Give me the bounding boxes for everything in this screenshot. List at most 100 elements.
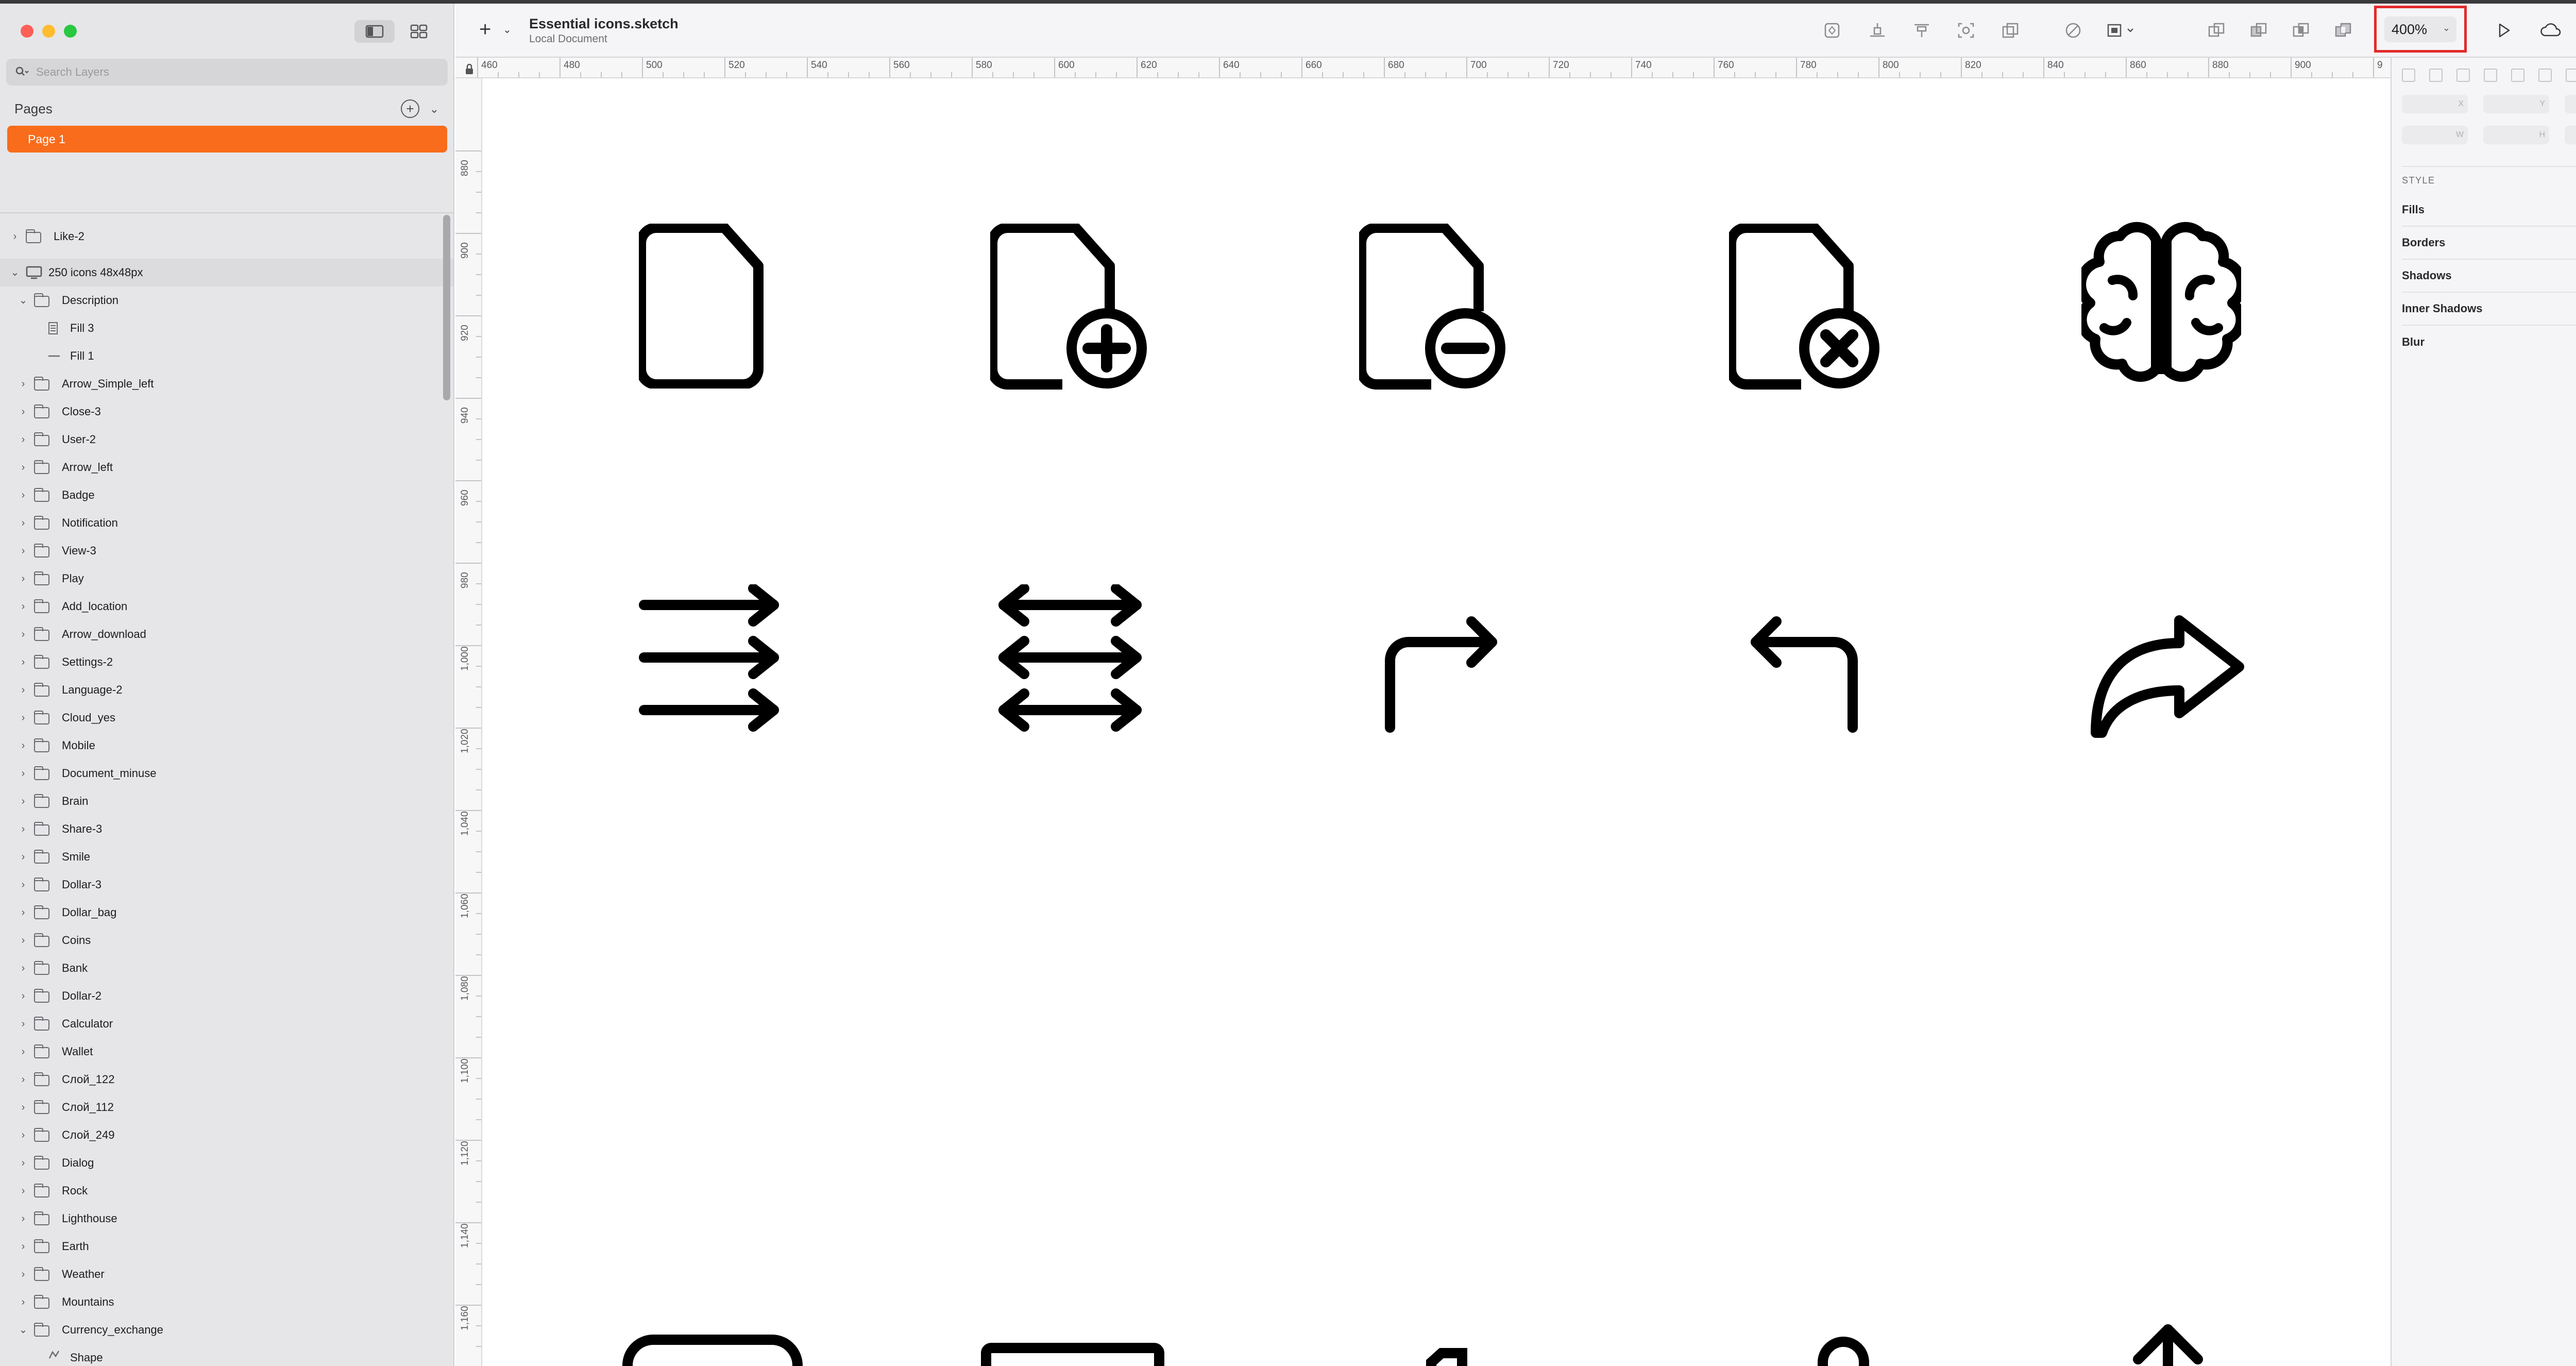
y-field[interactable]: Y [2483,95,2549,113]
layer-row[interactable]: › Like-2 [0,223,453,250]
distribute-vertical-icon[interactable] [2429,69,2443,82]
chevron-right-icon[interactable]: › [18,935,29,946]
chevron-right-icon[interactable]: › [18,378,29,390]
share-arrow-icon[interactable] [2087,600,2251,744]
chevron-down-icon[interactable]: ⌄ [9,267,21,278]
design-canvas[interactable] [483,79,2391,1366]
arrow-turn-right-icon[interactable] [1379,609,1513,743]
inner-shadows-section[interactable]: Inner Shadows+ [2402,293,2576,326]
difference-icon[interactable] [2332,19,2354,42]
shadows-section[interactable]: Shadows+ [2402,260,2576,293]
insert-menu-chevron-icon[interactable]: ⌄ [503,23,512,36]
document-add-icon[interactable] [990,224,1155,399]
layer-row[interactable]: Shape [0,1344,453,1366]
tidy-icon[interactable] [2456,69,2470,82]
layer-row[interactable]: ⌄ 250 icons 48x48px [0,259,453,286]
search-layers-input[interactable] [36,65,428,79]
layer-list-view-button[interactable] [354,20,395,43]
document-minus-icon[interactable] [1359,224,1524,399]
location-pin-icon[interactable] [1812,1337,1874,1366]
distribute-horizontal-icon[interactable] [2402,69,2415,82]
layer-row[interactable]: › Dollar-2 [0,982,453,1010]
chevron-right-icon[interactable]: › [18,629,29,640]
align-top-icon[interactable] [2566,69,2576,82]
chevron-right-icon[interactable]: › [18,1102,29,1113]
layer-row[interactable]: › Arrow_left [0,453,453,481]
borders-section[interactable]: Borders+ [2402,227,2576,260]
close-window-button[interactable] [21,25,33,38]
chevron-right-icon[interactable]: › [18,712,29,723]
style-section-header[interactable]: STYLE ⌄ [2402,166,2576,194]
arrows-left-right-icon[interactable] [996,584,1151,749]
maximize-window-button[interactable] [64,25,77,38]
layer-row[interactable]: › Add_location [0,593,453,620]
layer-row[interactable]: › Arrow_Simple_left [0,370,453,398]
arrows-right-icon[interactable] [639,584,793,749]
pages-collapse-icon[interactable]: ⌄ [430,103,439,116]
vertical-ruler[interactable]: 880 900 920 940 960 980 1,000 1,020 1,040 1,060 1,… [455,78,482,1366]
brain-icon[interactable] [2081,220,2241,390]
layer-row[interactable]: › Bank [0,954,453,982]
layer-row[interactable]: › Smile [0,843,453,871]
chevron-right-icon[interactable]: › [18,963,29,974]
chevron-right-icon[interactable]: › [18,656,29,668]
intersect-icon[interactable] [2290,19,2312,42]
width-field[interactable]: W [2402,126,2468,144]
chevron-right-icon[interactable]: › [18,1269,29,1280]
chevron-right-icon[interactable]: › [18,1185,29,1196]
chevron-right-icon[interactable]: › [18,462,29,473]
zoom-level-dropdown[interactable]: 400% ⌄ [2384,16,2456,42]
layer-row[interactable]: › Calculator [0,1010,453,1038]
layer-row[interactable]: › Document_minuse [0,760,453,787]
play-icon[interactable] [2493,19,2515,42]
layer-row[interactable]: › Слой_112 [0,1093,453,1121]
height-field[interactable]: H [2483,126,2549,144]
transform-icon[interactable] [2104,19,2141,42]
chevron-right-icon[interactable]: › [18,406,29,417]
chevron-right-icon[interactable]: › [18,1213,29,1224]
mask-icon[interactable] [1955,19,1977,42]
layer-row[interactable]: › Play [0,565,453,593]
x-field[interactable]: X [2402,95,2468,113]
chevron-right-icon[interactable]: › [18,768,29,779]
text-style-icon[interactable] [1910,19,1933,42]
chevron-right-icon[interactable]: › [18,796,29,807]
add-page-button[interactable]: + [401,99,419,118]
rotation-field[interactable] [2565,95,2576,113]
layer-row[interactable]: ⌄ Description [0,286,453,314]
layer-row[interactable]: › Coins [0,926,453,954]
layer-row[interactable]: › Settings-2 [0,648,453,676]
layer-row[interactable]: › User-2 [0,426,453,453]
layer-row[interactable]: › Share-3 [0,815,453,843]
lock-guides-icon[interactable] [462,62,477,76]
layer-row[interactable]: › Mobile [0,732,453,760]
chevron-right-icon[interactable]: › [18,851,29,863]
layer-row[interactable]: › Mountains [0,1288,453,1316]
layer-row[interactable]: › Dollar_bag [0,899,453,926]
chevron-right-icon[interactable]: › [18,573,29,584]
layer-row[interactable]: › Слой_122 [0,1066,453,1093]
blur-section[interactable]: Blur+ [2402,326,2576,359]
chevron-right-icon[interactable]: › [18,517,29,529]
arrow-up-icon[interactable] [2127,1322,2209,1366]
chevron-down-icon[interactable]: ⌄ [18,1324,29,1336]
arrow-turn-left-icon[interactable] [1744,609,1878,743]
align-left-icon[interactable] [2484,69,2497,82]
layer-row[interactable]: › Rock [0,1177,453,1205]
chevron-down-icon[interactable]: ⌄ [18,295,29,306]
page-item-page-1[interactable]: Page 1 [7,126,447,153]
chevron-right-icon[interactable]: › [18,907,29,918]
layer-row[interactable]: › Dialog [0,1149,453,1177]
layer-search-box[interactable] [6,59,448,86]
document-icon[interactable] [639,224,783,389]
window-icon[interactable] [980,1343,1165,1366]
layer-row[interactable]: ⌄ Currency_exchange [0,1316,453,1344]
chat-bubble-icon[interactable] [622,1335,808,1366]
chevron-right-icon[interactable]: › [18,879,29,890]
scale-icon[interactable] [1999,19,2022,42]
layer-list-scrollbar[interactable] [443,215,450,400]
chevron-right-icon[interactable]: › [18,990,29,1002]
chevron-right-icon[interactable]: › [18,545,29,556]
layer-row[interactable]: › Lighthouse [0,1205,453,1233]
layer-row[interactable]: › Слой_249 [0,1121,453,1149]
